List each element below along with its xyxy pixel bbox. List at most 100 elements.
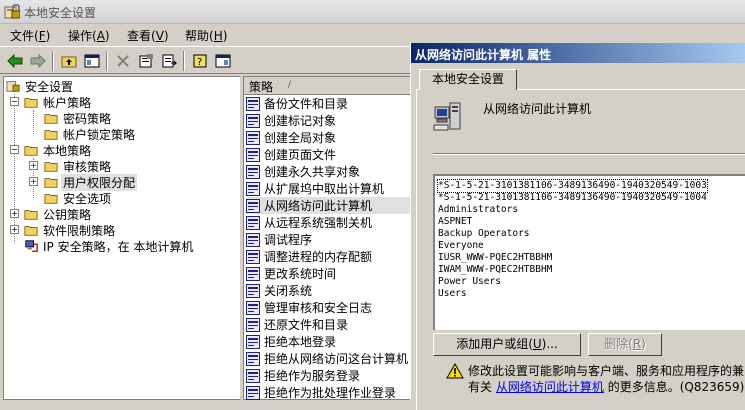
user-list-item[interactable]: Administrators	[438, 204, 518, 216]
policy-list-item[interactable]: 调试程序	[246, 231, 410, 248]
folder-icon	[24, 146, 38, 156]
forward-icon[interactable]	[27, 50, 49, 72]
policy-icon	[246, 317, 260, 332]
properties-icon[interactable]	[135, 50, 157, 72]
policy-help-link[interactable]: 从网络访问此计算机	[496, 380, 604, 394]
tree-item-audit-policy[interactable]: 审核策略	[44, 158, 113, 174]
menu-action[interactable]: 操作(A)	[68, 27, 110, 44]
help-icon[interactable]: ?	[189, 50, 211, 72]
svg-text:?: ?	[197, 57, 202, 68]
folder-icon	[44, 162, 58, 172]
user-list-item[interactable]: Backup Operators	[438, 228, 530, 240]
policy-list-item[interactable]: 备份文件和目录	[246, 95, 410, 112]
folder-icon	[44, 178, 58, 188]
warning-icon	[446, 363, 464, 379]
user-list-item[interactable]: Everyone	[438, 240, 484, 252]
up-folder-icon[interactable]	[58, 50, 80, 72]
expand-icon[interactable]: +	[29, 177, 38, 186]
back-icon[interactable]	[4, 50, 26, 72]
policy-list-item[interactable]: 从网络访问此计算机	[246, 197, 410, 214]
menu-help[interactable]: 帮助(H)	[185, 27, 227, 44]
column-header-policy[interactable]: 策略 ∕	[244, 77, 411, 95]
policy-list-item[interactable]: 创建永久共享对象	[246, 163, 410, 180]
policy-icon	[246, 130, 260, 145]
tree-item-public-key-policies[interactable]: 公钥策略	[24, 206, 93, 222]
menu-view[interactable]: 查看(V)	[127, 27, 169, 44]
policy-list-item[interactable]: 从扩展坞中取出计算机	[246, 180, 410, 197]
show-hide-action-pane-icon[interactable]	[212, 50, 234, 72]
policy-list-item[interactable]: 创建全局对象	[246, 129, 410, 146]
collapse-icon[interactable]: −	[10, 97, 19, 106]
collapse-icon[interactable]: −	[10, 145, 19, 154]
policy-icon	[246, 266, 260, 281]
user-list-item[interactable]: IWAM_WWW-PQEC2HTBBHM	[438, 264, 552, 276]
export-list-icon[interactable]	[158, 50, 180, 72]
menu-file[interactable]: 文件(F)	[10, 27, 50, 44]
policy-name: 从网络访问此计算机	[483, 102, 592, 116]
title-bar: 本地安全设置	[0, 0, 745, 24]
user-list-item[interactable]: *S-1-5-21-3101381106-3489136490-19403205…	[437, 179, 708, 193]
policy-list-item[interactable]: 拒绝作为服务登录	[246, 367, 410, 384]
dialog-title: 从网络访问此计算机 属性	[415, 48, 552, 62]
add-user-or-group-button[interactable]: 添加用户或组(U)...	[433, 333, 581, 356]
expand-icon[interactable]: +	[10, 209, 19, 218]
tree-item-software-restriction-policies[interactable]: 软件限制策略	[24, 222, 117, 238]
policy-list-item[interactable]: 创建标记对象	[246, 112, 410, 129]
policy-icon	[246, 334, 260, 349]
properties-dialog: 从网络访问此计算机 属性 本地安全设置 从网络访问此计算机 *S-1-5-21-…	[410, 43, 745, 410]
policy-icon	[246, 113, 260, 128]
user-list-item[interactable]: Power Users	[438, 276, 501, 288]
user-list-item[interactable]: ASPNET	[438, 216, 472, 228]
show-hide-tree-icon[interactable]	[81, 50, 103, 72]
tab-local-security-setting[interactable]: 本地安全设置	[419, 69, 517, 90]
console-tree[interactable]: 安全设置 − 帐户策略 密码策略 帐户锁定策略 − 本地策略 + 审核策略 + …	[3, 76, 241, 400]
folder-icon	[24, 98, 38, 108]
policy-icon	[246, 96, 260, 111]
dialog-title-bar[interactable]: 从网络访问此计算机 属性	[411, 43, 745, 63]
folder-icon	[44, 130, 58, 140]
toolbar-separator	[183, 51, 185, 71]
security-settings-icon	[6, 81, 20, 92]
delete-icon[interactable]	[112, 50, 134, 72]
policy-icon	[246, 385, 260, 400]
policy-icon	[246, 198, 260, 213]
policy-icon	[246, 283, 260, 298]
policy-list-item[interactable]: 创建页面文件	[246, 146, 410, 163]
tree-item-local-policies[interactable]: 本地策略	[24, 142, 93, 158]
tree-item-ip-security-policies[interactable]: IP 安全策略，在 本地计算机	[24, 238, 195, 254]
tree-item-security-options[interactable]: 安全选项	[44, 190, 113, 206]
policy-icon	[246, 181, 260, 196]
tree-item-user-rights-assignment[interactable]: 用户权限分配	[44, 173, 138, 191]
remove-button[interactable]: 删除(R)	[588, 333, 662, 356]
policy-list-item[interactable]: 调整进程的内存配额	[246, 248, 410, 265]
divider	[433, 153, 745, 155]
policy-list-item[interactable]: 拒绝本地登录	[246, 333, 410, 350]
tree-item-account-lockout-policy[interactable]: 帐户锁定策略	[44, 126, 137, 142]
sort-indicator-icon: ∕	[288, 80, 292, 90]
folder-icon	[24, 210, 38, 220]
tree-connector	[14, 94, 15, 243]
expand-icon[interactable]: +	[29, 161, 38, 170]
users-and-groups-list[interactable]: *S-1-5-21-3101381106-3489136490-19403205…	[433, 174, 745, 330]
policy-list-item[interactable]: 管理审核和安全日志	[246, 299, 410, 316]
policy-list-item[interactable]: 还原文件和目录	[246, 316, 410, 333]
toolbar-separator	[52, 51, 54, 71]
user-list-item[interactable]: *S-1-5-21-3101381106-3489136490-19403205…	[438, 192, 707, 204]
tree-item-password-policy[interactable]: 密码策略	[44, 110, 113, 126]
ip-security-icon	[25, 240, 38, 252]
tree-root[interactable]: 安全设置	[6, 78, 75, 94]
policy-list-item[interactable]: 关闭系统	[246, 282, 410, 299]
expand-icon[interactable]: +	[10, 225, 19, 234]
security-settings-icon	[4, 4, 20, 19]
policy-list-item[interactable]: 拒绝从网络访问这台计算机	[246, 350, 410, 367]
user-list-item[interactable]: Users	[438, 288, 467, 300]
policy-list-item[interactable]: 更改系统时间	[246, 265, 410, 282]
policy-icon	[246, 164, 260, 179]
policy-list-item[interactable]: 拒绝作为批处理作业登录	[246, 384, 410, 401]
policy-list[interactable]: 策略 ∕ 备份文件和目录 创建标记对象 创建全局对象 创建页面文件 创建永久共享对象 从扩…	[243, 76, 411, 400]
tree-item-account-policies[interactable]: 帐户策略	[24, 94, 93, 110]
policy-list-item[interactable]: 从远程系统强制关机	[246, 214, 410, 231]
user-list-item[interactable]: IUSR_WWW-PQEC2HTBBHM	[438, 252, 552, 264]
policy-icon	[246, 147, 260, 162]
folder-icon	[44, 194, 58, 204]
